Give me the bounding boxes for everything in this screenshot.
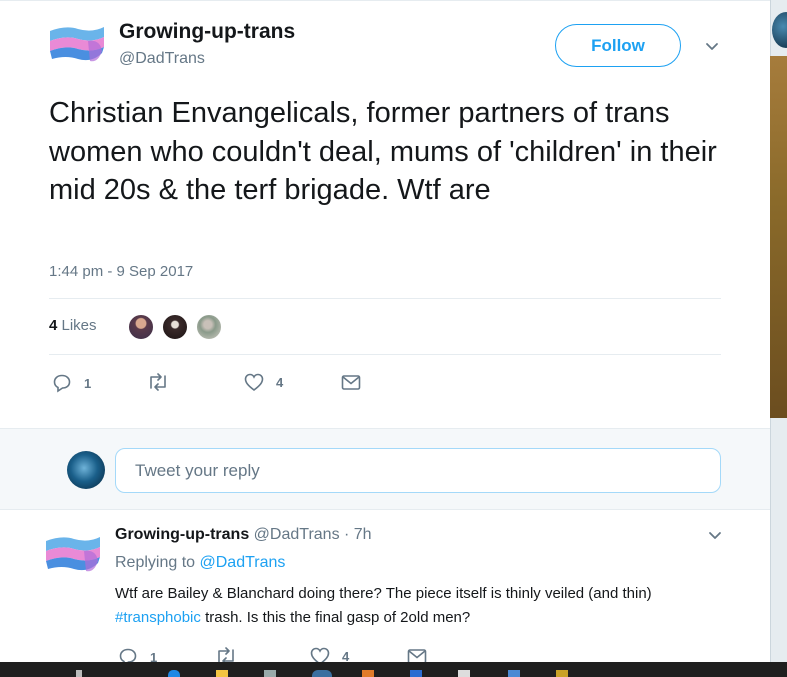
reply-count: 1 [84, 375, 92, 391]
flag-avatar-icon[interactable] [48, 23, 106, 65]
reply-input[interactable]: Tweet your reply [115, 448, 721, 493]
like-action[interactable]: 4 [244, 373, 283, 392]
retweet-icon [150, 373, 166, 391]
reply-composer: Tweet your reply [0, 428, 770, 510]
reply-icon [53, 374, 71, 393]
background-photo [770, 56, 787, 418]
liker-avatar[interactable] [127, 313, 155, 341]
background-avatar [772, 12, 787, 48]
taskbar-app-icon[interactable] [458, 670, 470, 677]
taskbar-edge-icon[interactable] [168, 670, 180, 677]
flag-avatar-icon[interactable] [44, 533, 102, 575]
tweet-timestamp[interactable]: 1:44 pm - 9 Sep 2017 [49, 263, 193, 280]
taskbar-folder-icon[interactable] [216, 670, 228, 677]
likes-label: Likes [57, 317, 97, 334]
reply-author-name[interactable]: Growing-up-trans [115, 526, 249, 543]
taskbar-store-icon[interactable] [264, 670, 276, 677]
envelope-icon [341, 375, 361, 390]
retweet-action[interactable] [147, 373, 181, 391]
reply-placeholder: Tweet your reply [135, 460, 260, 480]
taskbar-app-icon[interactable] [556, 670, 568, 677]
taskbar-browser-icon[interactable] [312, 670, 332, 677]
taskbar-search-icon[interactable] [76, 670, 82, 677]
like-count: 4 [276, 375, 284, 390]
tweet-text: Christian Envangelicals, former partners… [49, 97, 717, 206]
reply-header: Growing-up-trans @DadTrans · 7h [115, 526, 372, 544]
reply-text-before: Wtf are Bailey & Blanchard doing there? … [115, 585, 652, 602]
taskbar-word-icon[interactable] [410, 670, 422, 677]
os-taskbar [0, 662, 787, 677]
replying-to: Replying to @DadTrans [115, 554, 285, 572]
author-name[interactable]: Growing-up-trans [119, 20, 295, 44]
divider [49, 354, 721, 355]
follow-button[interactable]: Follow [555, 24, 681, 67]
reply-meta[interactable]: @DadTrans · 7h [249, 526, 372, 543]
reply-text: Wtf are Bailey & Blanchard doing there? … [115, 582, 735, 630]
author-handle[interactable]: @DadTrans [119, 50, 205, 68]
tweet-card: Growing-up-trans @DadTrans Follow Christ… [0, 0, 770, 667]
taskbar-app-icon[interactable] [508, 670, 520, 677]
chevron-down-icon[interactable] [705, 40, 719, 54]
background-strip [770, 0, 787, 662]
divider [49, 298, 721, 299]
taskbar-firefox-icon[interactable] [362, 670, 374, 677]
likes-count[interactable]: 4 Likes [49, 317, 97, 334]
liker-avatar[interactable] [195, 313, 223, 341]
chevron-down-icon[interactable] [708, 529, 722, 543]
replying-handle-link[interactable]: @DadTrans [200, 554, 286, 571]
current-user-avatar[interactable] [67, 451, 105, 489]
hashtag-link[interactable]: #transphobic [115, 609, 201, 626]
replying-prefix: Replying to [115, 554, 200, 571]
heart-icon [244, 373, 264, 392]
reply-text-after: trash. Is this the final gasp of 2old me… [200, 609, 471, 626]
dm-action[interactable] [341, 374, 361, 391]
reply-action[interactable]: 1 [52, 373, 91, 393]
liker-avatar[interactable] [161, 313, 189, 341]
